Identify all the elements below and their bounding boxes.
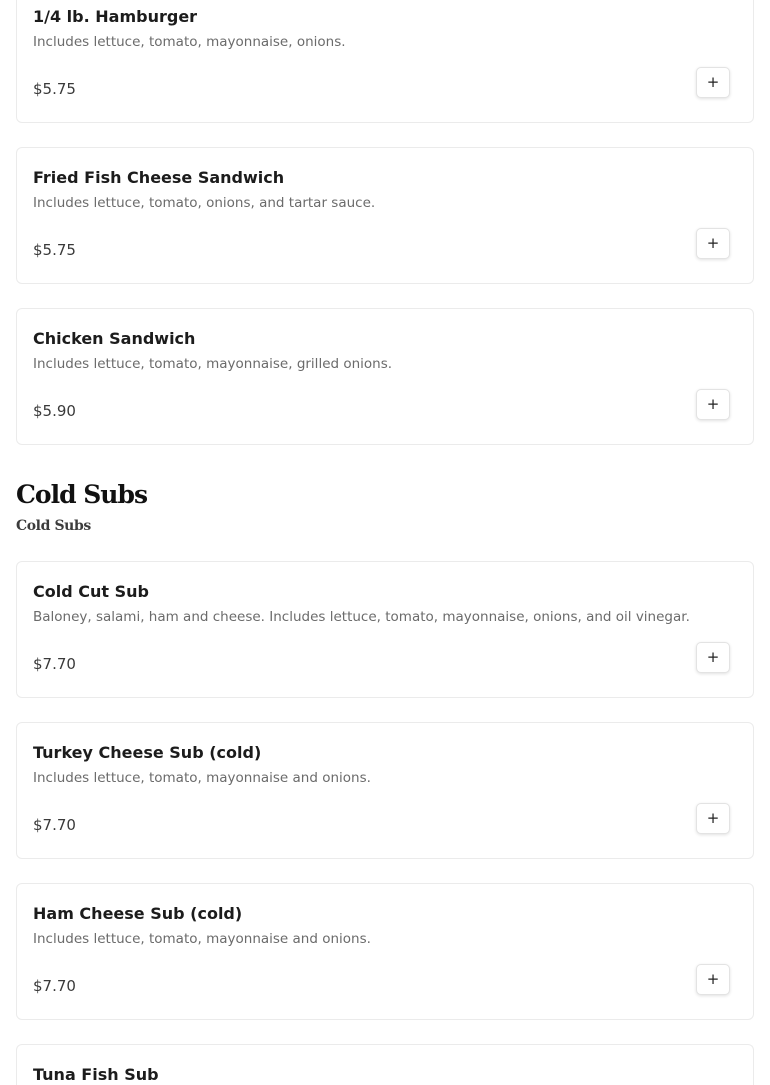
add-item-button[interactable]: +	[696, 67, 730, 98]
menu-item-card[interactable]: Turkey Cheese Sub (cold) Includes lettuc…	[16, 722, 754, 859]
item-name: Cold Cut Sub	[33, 582, 149, 601]
plus-icon: +	[706, 234, 720, 252]
section-title: Cold Subs	[16, 480, 148, 509]
item-name: 1/4 lb. Hamburger	[33, 7, 198, 26]
add-item-button[interactable]: +	[696, 964, 730, 995]
item-description: Includes lettuce, tomato, mayonnaise, gr…	[33, 356, 393, 372]
item-description: Includes lettuce, tomato, onions, and ta…	[33, 195, 376, 211]
add-item-button[interactable]: +	[696, 389, 730, 420]
item-name: Chicken Sandwich	[33, 329, 196, 348]
item-price: $7.70	[33, 655, 76, 673]
section-subtitle: Cold Subs	[16, 518, 91, 534]
item-description: Includes lettuce, tomato, mayonnaise and…	[33, 931, 371, 947]
menu-item-card[interactable]: Chicken Sandwich Includes lettuce, tomat…	[16, 308, 754, 445]
item-price: $7.70	[33, 816, 76, 834]
plus-icon: +	[706, 73, 720, 91]
item-description: Includes lettuce, tomato, mayonnaise and…	[33, 770, 371, 786]
plus-icon: +	[706, 648, 720, 666]
item-price: $7.70	[33, 977, 76, 995]
item-price: $5.75	[33, 80, 76, 98]
menu-item-card[interactable]: Fried Fish Cheese Sandwich Includes lett…	[16, 147, 754, 284]
item-price: $5.75	[33, 241, 76, 259]
menu-item-card[interactable]: 1/4 lb. Hamburger Includes lettuce, toma…	[16, 0, 754, 123]
plus-icon: +	[706, 395, 720, 413]
plus-icon: +	[706, 970, 720, 988]
menu-item-card[interactable]: Cold Cut Sub Baloney, salami, ham and ch…	[16, 561, 754, 698]
item-name: Ham Cheese Sub (cold)	[33, 904, 243, 923]
add-item-button[interactable]: +	[696, 228, 730, 259]
item-name: Tuna Fish Sub	[33, 1065, 159, 1084]
item-name: Fried Fish Cheese Sandwich	[33, 168, 285, 187]
plus-icon: +	[706, 809, 720, 827]
menu-item-card[interactable]: Tuna Fish Sub	[16, 1044, 754, 1085]
item-price: $5.90	[33, 402, 76, 420]
item-description: Baloney, salami, ham and cheese. Include…	[33, 609, 690, 625]
item-name: Turkey Cheese Sub (cold)	[33, 743, 262, 762]
add-item-button[interactable]: +	[696, 803, 730, 834]
add-item-button[interactable]: +	[696, 642, 730, 673]
menu-item-card[interactable]: Ham Cheese Sub (cold) Includes lettuce, …	[16, 883, 754, 1020]
item-description: Includes lettuce, tomato, mayonnaise, on…	[33, 34, 346, 50]
